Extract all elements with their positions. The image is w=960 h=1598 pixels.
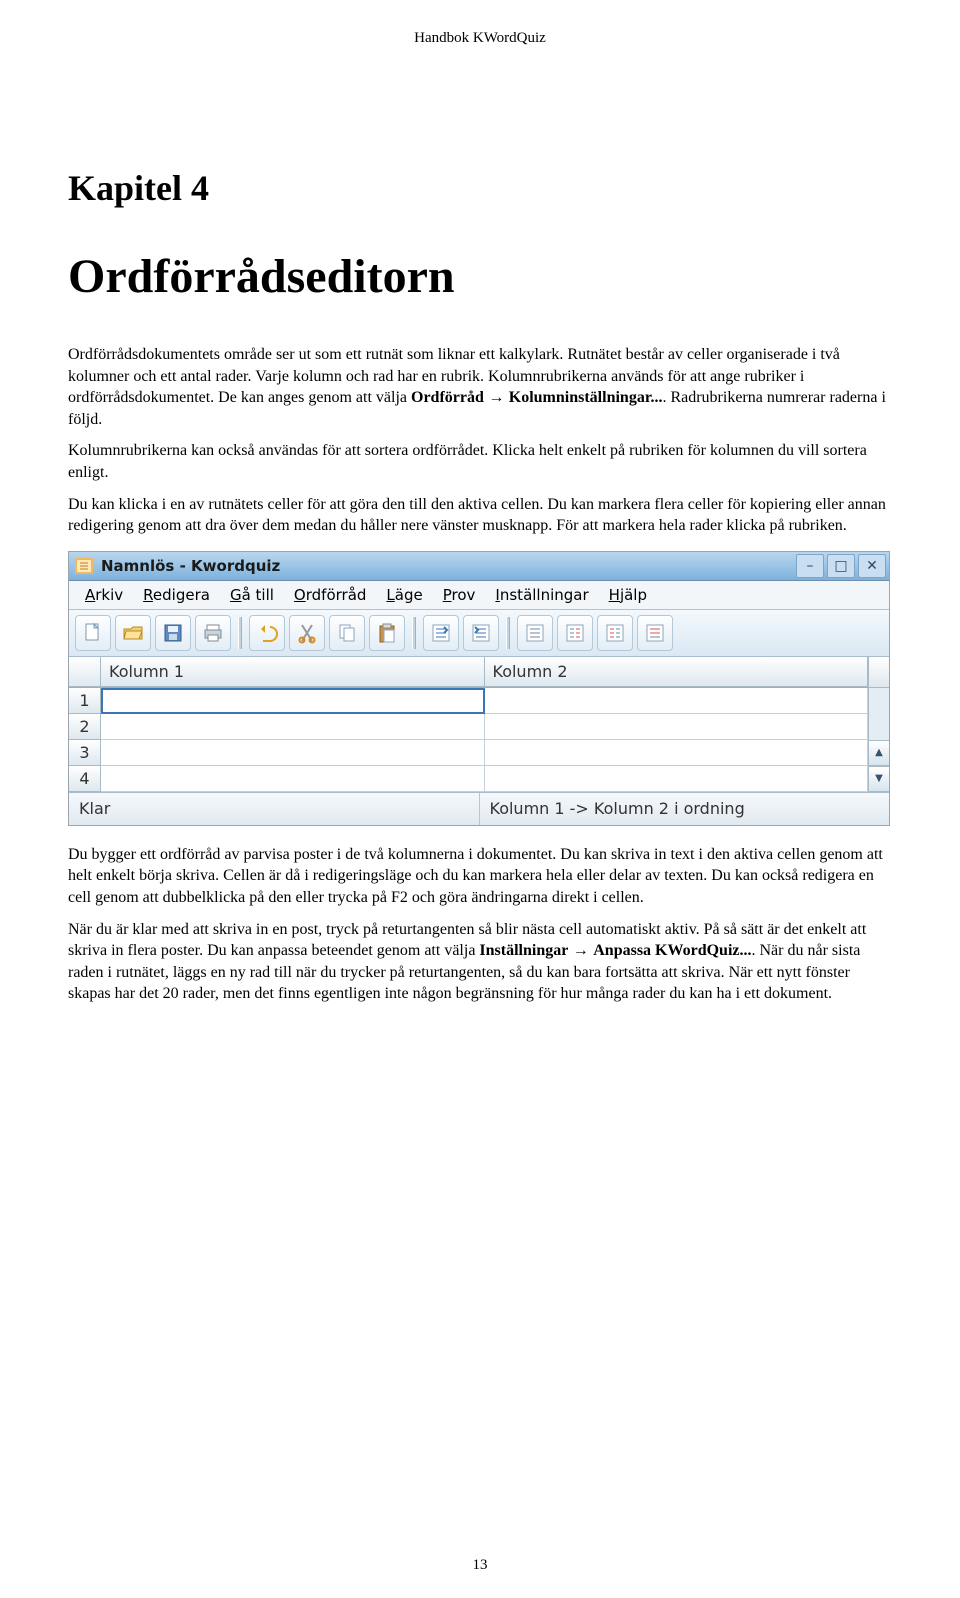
- window-titlebar: Namnlös - Kwordquiz – □ ✕: [69, 552, 889, 581]
- statusbar: Klar Kolumn 1 -> Kolumn 2 i ordning: [69, 792, 889, 825]
- menu-arkiv[interactable]: Arkiv: [75, 584, 133, 606]
- menu-installningar[interactable]: Inställningar: [485, 584, 598, 606]
- paragraph-4: Du bygger ett ordförråd av parvisa poste…: [68, 844, 892, 909]
- app-icon: [73, 556, 95, 576]
- menu-hjalp[interactable]: Hjälp: [599, 584, 657, 606]
- cell-r2-c2[interactable]: [485, 714, 869, 740]
- table-row: 1: [69, 688, 868, 714]
- paragraph-2: Kolumnrubrikerna kan också användas för …: [68, 440, 892, 483]
- maximize-button[interactable]: □: [827, 554, 855, 578]
- quiz-list-button[interactable]: [517, 615, 553, 651]
- minimize-button[interactable]: –: [796, 554, 824, 578]
- status-right: Kolumn 1 -> Kolumn 2 i ordning: [480, 793, 890, 825]
- cell-r1-c1[interactable]: [101, 688, 485, 714]
- grid-corner[interactable]: [69, 657, 101, 687]
- chapter-title: Ordförrådseditorn: [68, 249, 892, 304]
- cell-r3-c1[interactable]: [101, 740, 485, 766]
- menu-prov[interactable]: Prov: [433, 584, 486, 606]
- paragraph-5: När du är klar med att skriva in en post…: [68, 919, 892, 1005]
- cell-r4-c2[interactable]: [485, 766, 869, 792]
- scrollbar-vertical[interactable]: ▲ ▼: [868, 657, 889, 792]
- grid-header: Kolumn 1 Kolumn 2: [69, 657, 868, 688]
- quiz-qa-button[interactable]: [637, 615, 673, 651]
- menu-gatill[interactable]: Gå till: [220, 584, 284, 606]
- menu-ordforrad[interactable]: Ordförråd: [284, 584, 376, 606]
- quiz-flash-button[interactable]: [557, 615, 593, 651]
- status-left: Klar: [69, 793, 480, 825]
- undo-button[interactable]: [249, 615, 285, 651]
- cell-r3-c2[interactable]: [485, 740, 869, 766]
- screenshot: Namnlös - Kwordquiz – □ ✕ Arkiv Redigera…: [68, 551, 890, 826]
- open-button[interactable]: [115, 615, 151, 651]
- chapter-label: Kapitel 4: [68, 167, 892, 209]
- menu-redigera[interactable]: Redigera: [133, 584, 220, 606]
- p1-bold1: Ordförråd: [411, 389, 484, 406]
- close-button[interactable]: ✕: [858, 554, 886, 578]
- column-header-2[interactable]: Kolumn 2: [485, 657, 869, 687]
- toolbar: [69, 610, 889, 657]
- cell-r4-c1[interactable]: [101, 766, 485, 792]
- paragraph-3: Du kan klicka i en av rutnätets celler f…: [68, 494, 892, 537]
- quiz-multi-button[interactable]: [597, 615, 633, 651]
- paragraph-1: Ordförrådsdokumentets område ser ut som …: [68, 344, 892, 430]
- toolbar-separator-1: [238, 617, 242, 649]
- cell-r1-c2[interactable]: [485, 688, 869, 714]
- scroll-up-icon[interactable]: ▲: [869, 740, 889, 766]
- cut-button[interactable]: [289, 615, 325, 651]
- p5-arrow: →: [568, 942, 593, 959]
- cell-r2-c1[interactable]: [101, 714, 485, 740]
- paste-button[interactable]: [369, 615, 405, 651]
- p5-bold1: Inställningar: [479, 942, 568, 959]
- doc-header: Handbok KWordQuiz: [68, 30, 892, 47]
- row-header-3[interactable]: 3: [69, 740, 101, 766]
- copy-button[interactable]: [329, 615, 365, 651]
- menu-lage[interactable]: Läge: [376, 584, 432, 606]
- window-title: Namnlös - Kwordquiz: [101, 557, 280, 575]
- mode-button-2[interactable]: [463, 615, 499, 651]
- row-header-4[interactable]: 4: [69, 766, 101, 792]
- table-row: 2: [69, 714, 868, 740]
- table-row: 4: [69, 766, 868, 792]
- page-number: 13: [0, 1557, 960, 1574]
- new-button[interactable]: [75, 615, 111, 651]
- mode-button-1[interactable]: [423, 615, 459, 651]
- p5-bold2: Anpassa KWordQuiz...: [593, 942, 751, 959]
- p1-bold2: Kolumninställningar...: [509, 389, 663, 406]
- menubar: Arkiv Redigera Gå till Ordförråd Läge Pr…: [69, 581, 889, 610]
- print-button[interactable]: [195, 615, 231, 651]
- scroll-down-icon[interactable]: ▼: [869, 766, 889, 792]
- column-header-1[interactable]: Kolumn 1: [101, 657, 485, 687]
- row-header-2[interactable]: 2: [69, 714, 101, 740]
- p1-arrow: →: [484, 389, 509, 406]
- row-header-1[interactable]: 1: [69, 688, 101, 714]
- toolbar-separator-2: [412, 617, 416, 649]
- table-row: 3: [69, 740, 868, 766]
- save-button[interactable]: [155, 615, 191, 651]
- toolbar-separator-3: [506, 617, 510, 649]
